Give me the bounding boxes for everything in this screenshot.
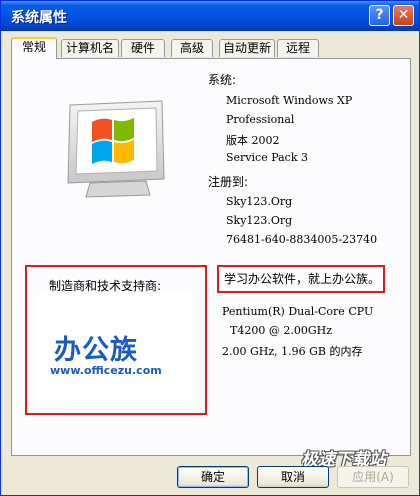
manufacturer-logo: 办公族 www.officezu.com xyxy=(36,294,194,408)
os-version: 版本 2002 xyxy=(226,134,280,147)
help-button[interactable]: ? xyxy=(369,5,390,26)
windows-monitor-icon xyxy=(62,97,172,211)
tab-general[interactable]: 常规 xyxy=(11,37,57,59)
manufacturer-box: 制造商和技术支持商: 办公族 www.officezu.com xyxy=(25,265,207,415)
system-properties-window: 系统属性 ? ✕ 常规 计算机名 硬件 高级 自动更新 远程 系统: Micro… xyxy=(0,0,420,496)
manufacturer-title: 制造商和技术支持商: xyxy=(49,279,162,293)
system-label: 系统: xyxy=(208,73,237,87)
title-bar[interactable]: 系统属性 ? ✕ xyxy=(1,1,419,31)
apply-button[interactable]: 应用(A) xyxy=(337,466,409,488)
service-pack: Service Pack 3 xyxy=(226,151,308,164)
registered-user: Sky123.Org xyxy=(226,195,293,208)
product-id: 76481-640-8834005-23740 xyxy=(226,233,378,246)
close-button[interactable]: ✕ xyxy=(393,5,414,26)
cpu-memory-spec: 2.00 GHz, 1.96 GB 的内存 xyxy=(222,345,363,358)
general-tab-panel: 系统: Microsoft Windows XP Professional 版本… xyxy=(11,58,411,456)
tab-hardware[interactable]: 硬件 xyxy=(121,39,165,57)
cpu-model: T4200 @ 2.00GHz xyxy=(230,324,332,337)
tab-advanced[interactable]: 高级 xyxy=(171,39,213,57)
slogan-box: 学习办公软件，就上办公族。 xyxy=(217,265,385,293)
ok-button[interactable]: 确定 xyxy=(177,466,249,488)
registered-org: Sky123.Org xyxy=(226,214,293,227)
logo-text: 办公族 xyxy=(54,335,138,366)
tab-automatic-updates[interactable]: 自动更新 xyxy=(219,39,275,57)
registered-label: 注册到: xyxy=(208,175,249,189)
window-title: 系统属性 xyxy=(11,10,67,26)
os-name-line1: Microsoft Windows XP xyxy=(226,94,353,107)
logo-url: www.officezu.com xyxy=(50,364,162,377)
os-name-line2: Professional xyxy=(226,113,295,126)
cancel-button[interactable]: 取消 xyxy=(257,466,329,488)
tab-remote[interactable]: 远程 xyxy=(277,39,319,57)
cpu-name: Pentium(R) Dual-Core CPU xyxy=(222,305,374,318)
tab-computer-name[interactable]: 计算机名 xyxy=(61,39,119,57)
